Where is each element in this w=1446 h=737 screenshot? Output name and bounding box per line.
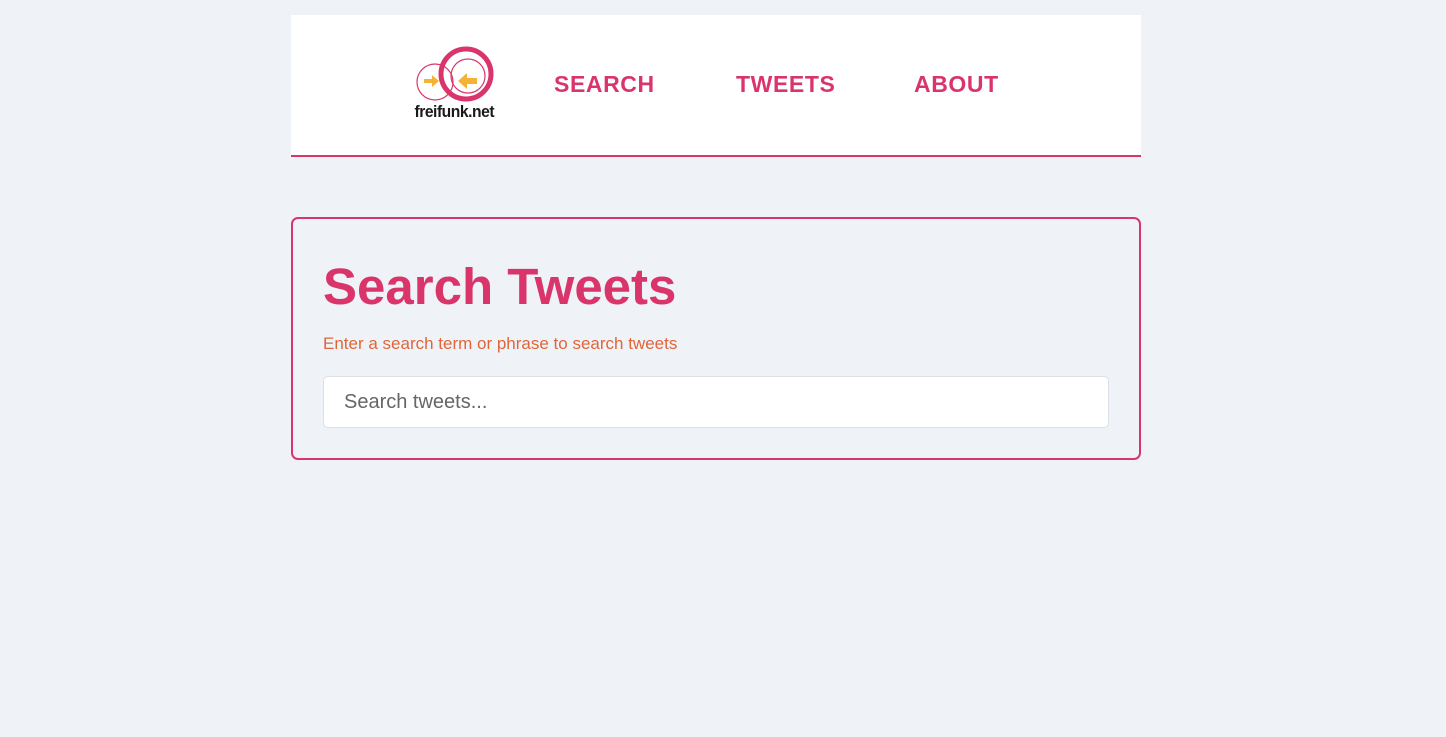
nav-link-about[interactable]: ABOUT [914,70,999,98]
site-header: freifunk.net SEARCH TWEETS ABOUT [291,15,1141,157]
logo-wordmark: freifunk.net [414,102,495,121]
page-title: Search Tweets [323,258,677,315]
freifunk-logo-icon [416,46,494,102]
search-instructions: Enter a search term or phrase to search … [323,334,678,353]
search-card: Search Tweets Enter a search term or phr… [291,217,1141,460]
freifunk-logo[interactable]: freifunk.net [411,45,497,127]
nav-link-search[interactable]: SEARCH [554,70,655,98]
nav-link-tweets[interactable]: TWEETS [736,70,835,98]
search-input[interactable] [323,376,1109,428]
